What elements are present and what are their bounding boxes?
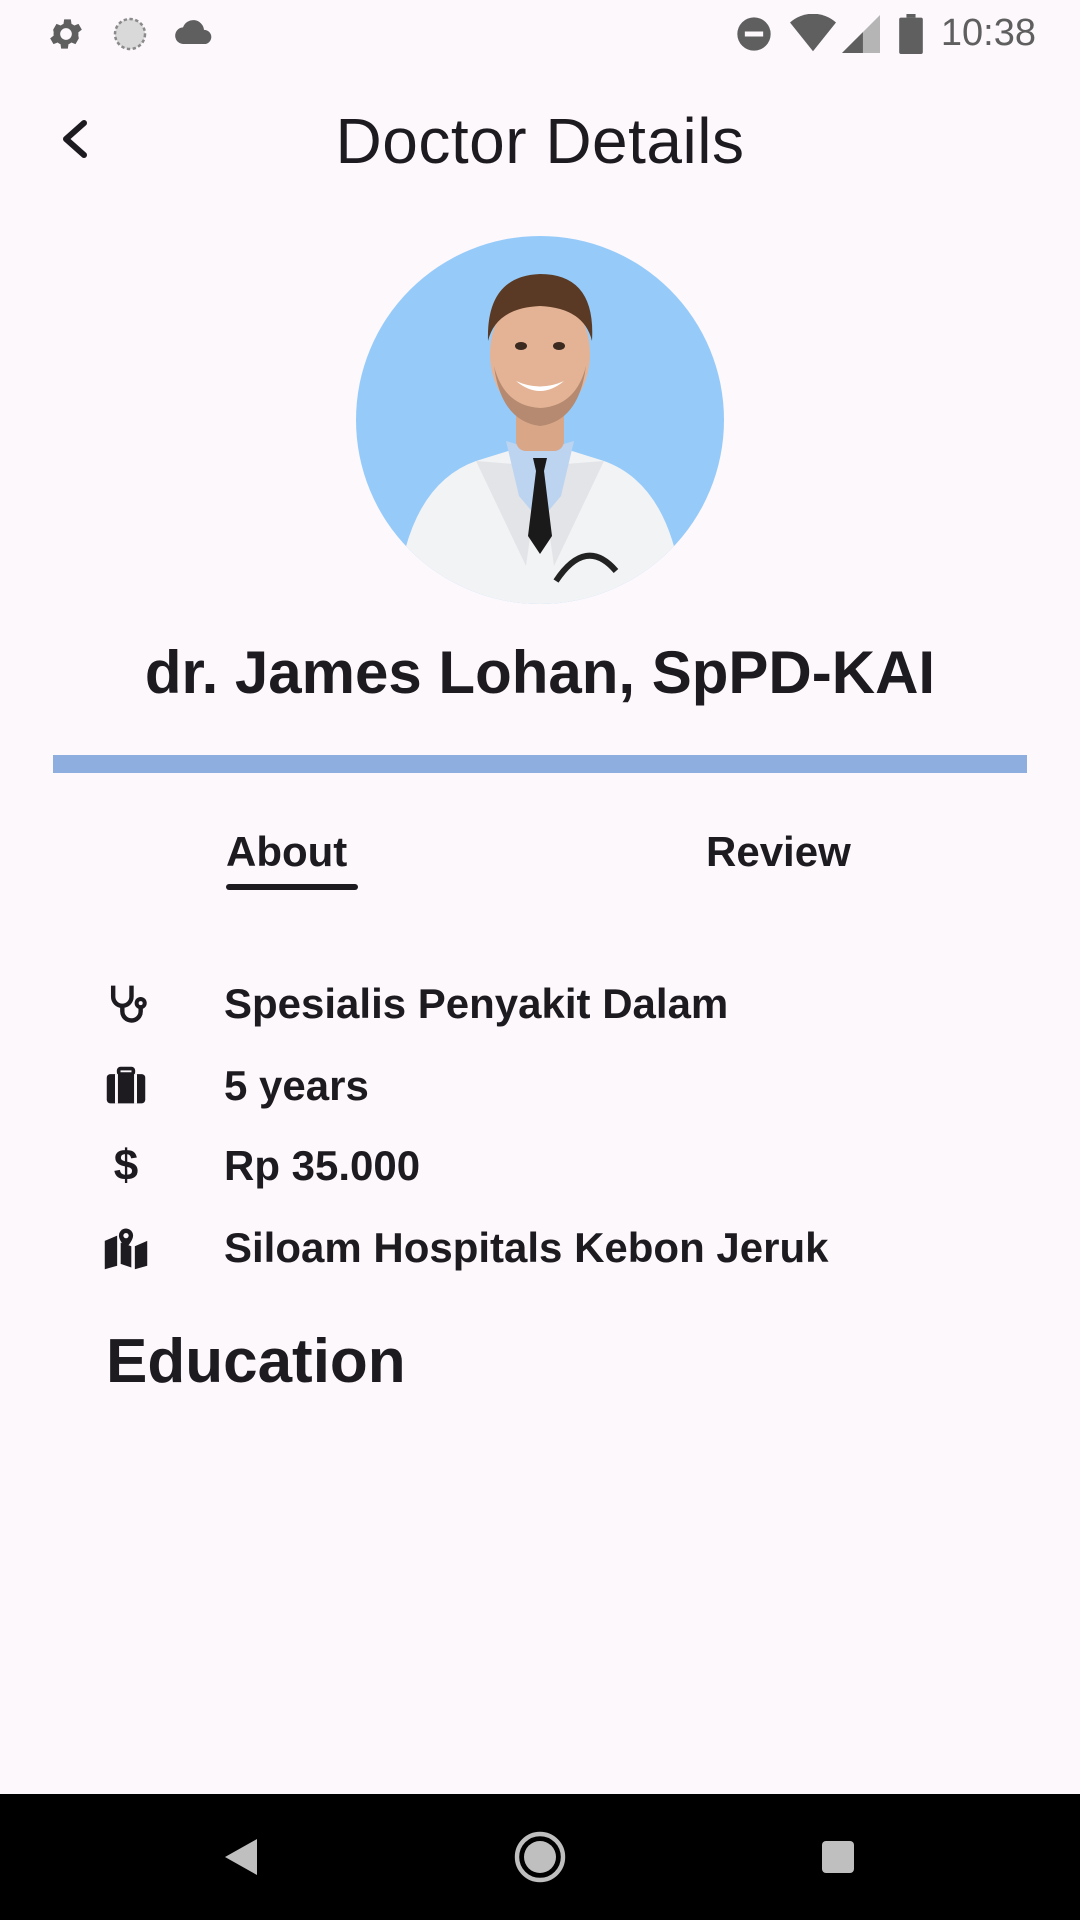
signal-icon — [842, 14, 880, 59]
tab-about[interactable]: About — [226, 828, 347, 876]
hospital-text: Siloam Hospitals Kebon Jeruk — [224, 1224, 829, 1271]
recents-square-icon — [820, 1839, 856, 1880]
cloud-icon — [172, 14, 216, 59]
map-icon — [100, 1222, 152, 1274]
accent-divider — [53, 755, 1027, 773]
price-text: Rp 35.000 — [224, 1142, 421, 1189]
gear-icon — [46, 14, 86, 59]
wifi-icon — [790, 13, 836, 59]
do-not-disturb-icon — [734, 14, 774, 59]
doctor-name: dr. James Lohan, SpPD-KAI — [144, 639, 936, 706]
nav-back-button[interactable] — [206, 1824, 276, 1894]
nav-home-button[interactable] — [505, 1824, 575, 1894]
status-bar: 10:38 — [0, 0, 1080, 66]
specialty-text: Spesialis Penyakit Dalam — [224, 980, 729, 1027]
tab-indicator — [226, 884, 358, 890]
back-triangle-icon — [223, 1837, 259, 1882]
nav-recents-button[interactable] — [803, 1824, 873, 1894]
tab-review[interactable]: Review — [706, 828, 851, 876]
status-time: 10:38 — [940, 12, 1036, 54]
stethoscope-icon — [100, 978, 152, 1030]
info-row-experience: 5 years — [0, 1050, 1080, 1120]
doctor-avatar — [356, 236, 724, 604]
system-nav-bar — [0, 1794, 1080, 1920]
education-heading: Education — [106, 1327, 406, 1396]
app-bar: Doctor Details — [0, 86, 1080, 196]
info-row-price: $ Rp 35.000 — [0, 1130, 1080, 1200]
info-row-specialty: Spesialis Penyakit Dalam — [0, 968, 1080, 1038]
briefcase-icon — [100, 1060, 152, 1112]
experience-text: 5 years — [224, 1062, 369, 1109]
page-title: Doctor Details — [335, 105, 745, 177]
info-row-hospital: Siloam Hospitals Kebon Jeruk — [0, 1212, 1080, 1282]
dollar-icon: $ — [113, 1141, 139, 1190]
home-circle-icon — [514, 1831, 566, 1888]
battery-icon — [898, 14, 924, 59]
sync-icon — [110, 14, 150, 59]
